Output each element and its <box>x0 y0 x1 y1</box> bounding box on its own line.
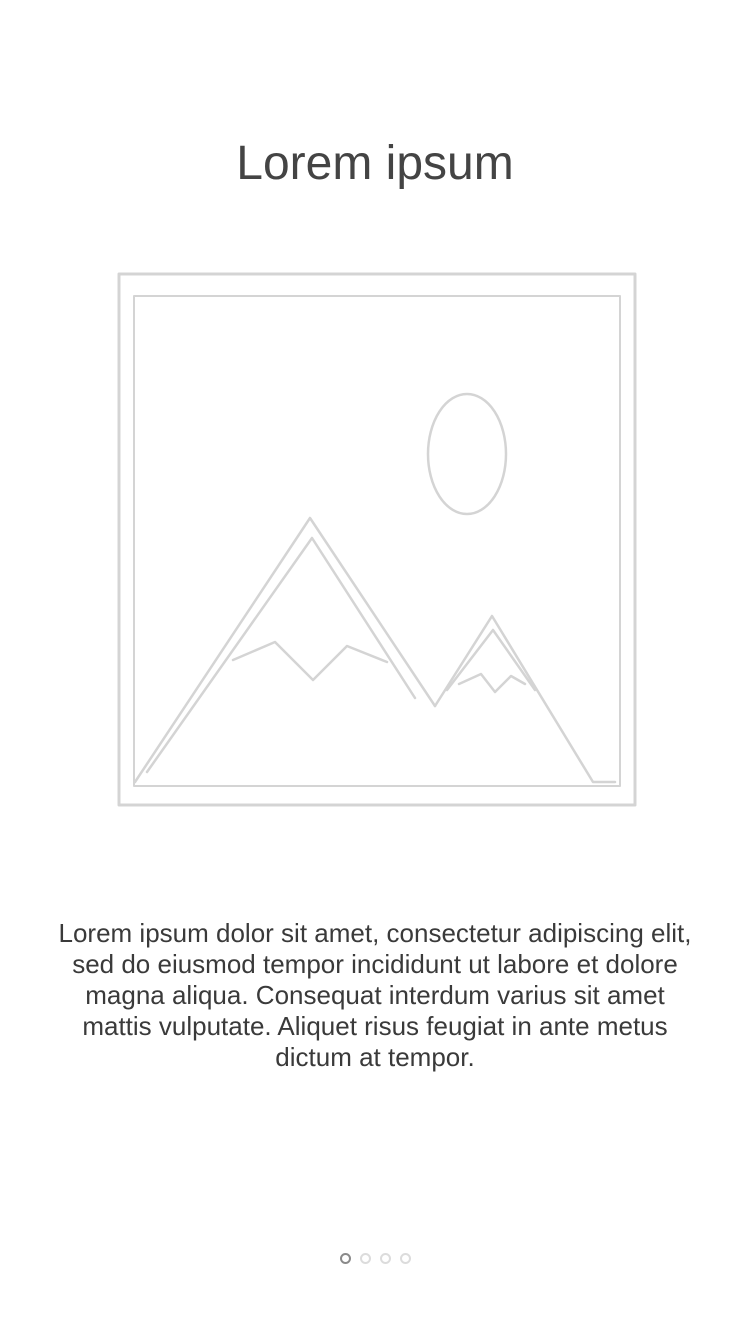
page-dot-4[interactable] <box>399 1253 411 1264</box>
description-text: Lorem ipsum dolor sit amet, consectetur … <box>58 918 692 1072</box>
page-dot-3[interactable] <box>379 1253 391 1264</box>
page-dot-1[interactable] <box>339 1253 351 1264</box>
page-indicator <box>0 1253 750 1264</box>
page-title: Lorem ipsum <box>236 137 514 190</box>
page-dot-2[interactable] <box>359 1253 371 1264</box>
image-placeholder-icon <box>115 270 639 810</box>
